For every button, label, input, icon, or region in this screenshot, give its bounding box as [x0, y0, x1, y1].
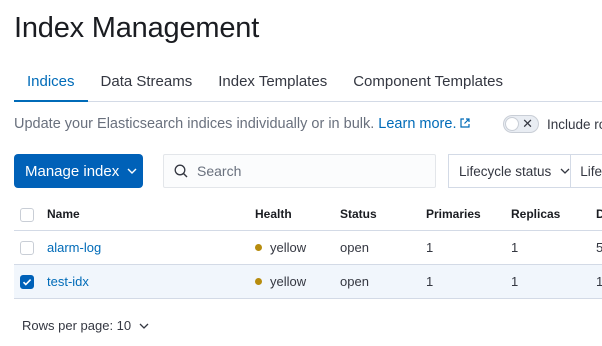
filter-group: Lifecycle status Lifec [448, 154, 602, 188]
index-name-cell: test-idx [47, 264, 255, 299]
learn-more-link[interactable]: Learn more. [378, 116, 471, 132]
lifecycle-status-filter[interactable]: Lifecycle status [449, 155, 572, 187]
tab-data-streams[interactable]: Data Streams [88, 62, 206, 102]
chevron-down-icon [560, 168, 570, 174]
row-checkbox[interactable] [20, 240, 34, 255]
include-toggle[interactable]: ✕ Include ro [503, 115, 602, 133]
docs-cell: 5 [596, 230, 602, 265]
health-cell: yellow [255, 230, 340, 265]
rows-per-page-label: Rows per page: 10 [22, 318, 132, 333]
toggle-knob [505, 117, 519, 131]
learn-more-label[interactable]: Learn more. [378, 116, 456, 132]
column-header-name[interactable]: Name [47, 199, 255, 231]
tab-index-templates[interactable]: Index Templates [205, 62, 340, 102]
health-dot-icon [255, 243, 262, 251]
tab-indices[interactable]: Indices [14, 62, 88, 102]
column-header-replicas[interactable]: Replicas [511, 199, 596, 231]
column-header-docs[interactable]: D [596, 199, 602, 231]
replicas-cell: 1 [511, 264, 596, 299]
search-input[interactable] [197, 163, 427, 179]
row-checkbox[interactable] [20, 274, 34, 289]
column-header-primaries[interactable]: Primaries [426, 199, 511, 231]
intro-text: Update your Elasticsearch indices indivi… [14, 116, 471, 132]
manage-index-label: Manage index [25, 162, 120, 180]
health-value: yellow [270, 273, 307, 289]
chevron-down-icon [127, 168, 137, 174]
tab-bar: Indices Data Streams Index Templates Com… [14, 62, 602, 102]
primaries-cell: 1 [426, 264, 511, 299]
search-box[interactable] [163, 154, 436, 188]
select-all-checkbox[interactable] [20, 207, 34, 222]
search-icon [174, 164, 188, 178]
status-cell: open [340, 264, 426, 299]
cross-icon: ✕ [522, 116, 533, 131]
health-cell: yellow [255, 264, 340, 299]
index-name-link[interactable]: test-idx [47, 274, 89, 289]
health-value: yellow [270, 239, 307, 255]
health-dot-icon [255, 277, 262, 285]
manage-index-button[interactable]: Manage index [14, 154, 143, 188]
toggle-label: Include ro [547, 116, 602, 132]
table-row: alarm-log yellow open 1 1 5 [14, 230, 602, 265]
replicas-cell: 1 [511, 230, 596, 265]
checkmark-icon [22, 278, 32, 286]
status-cell: open [340, 230, 426, 265]
chevron-down-icon [139, 323, 149, 329]
intro-description: Update your Elasticsearch indices indivi… [14, 116, 379, 132]
column-header-health[interactable]: Health [255, 199, 340, 231]
index-name-link[interactable]: alarm-log [47, 240, 101, 255]
table-row: test-idx yellow open 1 1 1 [14, 264, 602, 299]
row-select-cell [14, 230, 47, 265]
external-link-icon[interactable] [460, 118, 471, 128]
toggle-switch[interactable]: ✕ [503, 115, 539, 133]
table-header-row: Name Health Status Primaries Replicas D [14, 199, 602, 231]
select-all-cell [14, 199, 47, 231]
primaries-cell: 1 [426, 230, 511, 265]
index-name-cell: alarm-log [47, 230, 255, 265]
tab-component-templates[interactable]: Component Templates [340, 62, 516, 102]
docs-cell: 1 [596, 264, 602, 299]
page-title: Index Management [14, 12, 260, 44]
indices-table: Name Health Status Primaries Replicas D … [14, 199, 602, 299]
row-select-cell [14, 264, 47, 299]
rows-per-page-button[interactable]: Rows per page: 10 [22, 318, 149, 333]
lifecycle-phase-filter[interactable]: Lifec [571, 164, 602, 179]
lifecycle-status-label: Lifecycle status [459, 163, 552, 179]
column-header-status[interactable]: Status [340, 199, 426, 231]
